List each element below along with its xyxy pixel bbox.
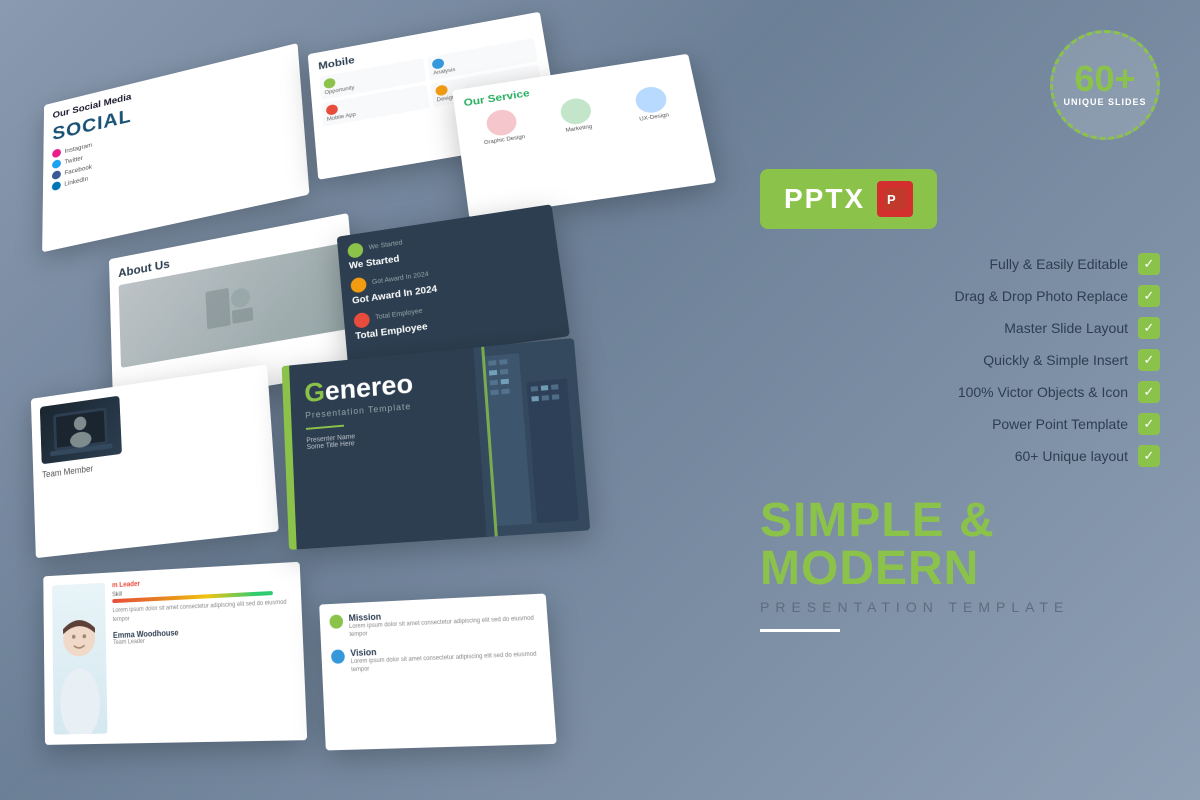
service-circle-1 — [485, 108, 518, 138]
right-panel: 60+ UNIQUE SLIDES PPTX P Fully & Easily … — [720, 0, 1200, 800]
slide-social-media: Our Social Media SOCIAL Instagram Twitte… — [42, 43, 309, 252]
vision-item: Vision Lorem ipsum dolor sit amet consec… — [331, 640, 541, 676]
leader-description: Lorem ipsum dolor sit amet consectetur a… — [112, 598, 292, 625]
feature-item-6: 60+ Unique layout ✓ — [760, 445, 1160, 467]
mobile-icon-4 — [435, 84, 448, 96]
feature-check-1: ✓ — [1138, 285, 1160, 307]
slide-mission: Mission Lorem ipsum dolor sit amet conse… — [319, 593, 557, 750]
vision-dot — [331, 649, 345, 664]
svg-text:P: P — [887, 192, 896, 207]
slide-hero: Genereo Presentation Template Presenter … — [282, 338, 591, 550]
stats-icon-2 — [350, 277, 367, 294]
feature-check-4: ✓ — [1138, 381, 1160, 403]
service-circle-3 — [633, 85, 668, 115]
feature-item-2: Master Slide Layout ✓ — [760, 317, 1160, 339]
linkedin-dot — [52, 181, 61, 192]
building-svg — [473, 338, 590, 537]
mission-dot — [329, 614, 343, 629]
sub-title: PRESENTATION TEMPLATE — [760, 599, 1160, 615]
mission-item: Mission Lorem ipsum dolor sit amet conse… — [329, 604, 538, 641]
stats-icon-3 — [353, 312, 370, 329]
feature-check-2: ✓ — [1138, 317, 1160, 339]
feature-label-2: Master Slide Layout — [1004, 320, 1128, 336]
hero-divider — [306, 425, 344, 430]
feature-check-5: ✓ — [1138, 413, 1160, 435]
title-divider — [760, 629, 840, 632]
feature-label-5: Power Point Template — [992, 416, 1128, 432]
slides-count-badge: 60+ UNIQUE SLIDES — [1050, 30, 1160, 140]
feature-item-0: Fully & Easily Editable ✓ — [760, 253, 1160, 275]
slide-leader: m Leader Skill Lorem ipsum dolor sit ame… — [43, 562, 307, 745]
facebook-dot — [52, 170, 61, 180]
vision-content: Vision Lorem ipsum dolor sit amet consec… — [350, 640, 541, 675]
feature-label-3: Quickly & Simple Insert — [983, 352, 1128, 368]
feature-check-0: ✓ — [1138, 253, 1160, 275]
mobile-icon-1 — [323, 77, 335, 89]
twitter-dot — [52, 159, 61, 169]
feature-item-3: Quickly & Simple Insert ✓ — [760, 349, 1160, 371]
feature-label-6: 60+ Unique layout — [1015, 448, 1128, 464]
feature-label-1: Drag & Drop Photo Replace — [954, 288, 1128, 304]
service-item-graphic: Graphic Design — [465, 105, 540, 148]
service-item-marketing: Marketing — [539, 93, 615, 137]
badge-label: UNIQUE SLIDES — [1063, 97, 1146, 109]
instagram-dot — [52, 148, 61, 158]
feature-item-1: Drag & Drop Photo Replace ✓ — [760, 285, 1160, 307]
stats-icon-1 — [347, 242, 364, 259]
feature-item-4: 100% Victor Objects & Icon ✓ — [760, 381, 1160, 403]
leader-photo — [52, 583, 107, 735]
feature-label-4: 100% Victor Objects & Icon — [958, 384, 1128, 400]
feature-item-5: Power Point Template ✓ — [760, 413, 1160, 435]
mission-content: Mission Lorem ipsum dolor sit amet conse… — [348, 604, 538, 640]
leader-info: m Leader Skill Lorem ipsum dolor sit ame… — [112, 573, 297, 734]
badge-number: 60+ — [1074, 61, 1135, 97]
feature-label-0: Fully & Easily Editable — [989, 256, 1128, 272]
service-circle-2 — [559, 96, 593, 126]
slides-area: Our Social Media SOCIAL Instagram Twitte… — [0, 0, 720, 800]
service-item-ux: UX-Design — [613, 82, 691, 126]
main-title: SIMPLE & MODERN — [760, 497, 1160, 593]
mobile-icon-3 — [326, 104, 339, 116]
pptx-label: PPTX — [784, 183, 865, 215]
features-list: Fully & Easily Editable ✓ Drag & Drop Ph… — [760, 253, 1160, 467]
pptx-icon: P — [877, 181, 913, 217]
mobile-icon-2 — [432, 58, 445, 70]
slide-laptop: Team Member — [31, 364, 279, 558]
feature-check-3: ✓ — [1138, 349, 1160, 371]
feature-check-6: ✓ — [1138, 445, 1160, 467]
pptx-badge: PPTX P — [760, 169, 937, 229]
laptop-image — [40, 396, 122, 465]
